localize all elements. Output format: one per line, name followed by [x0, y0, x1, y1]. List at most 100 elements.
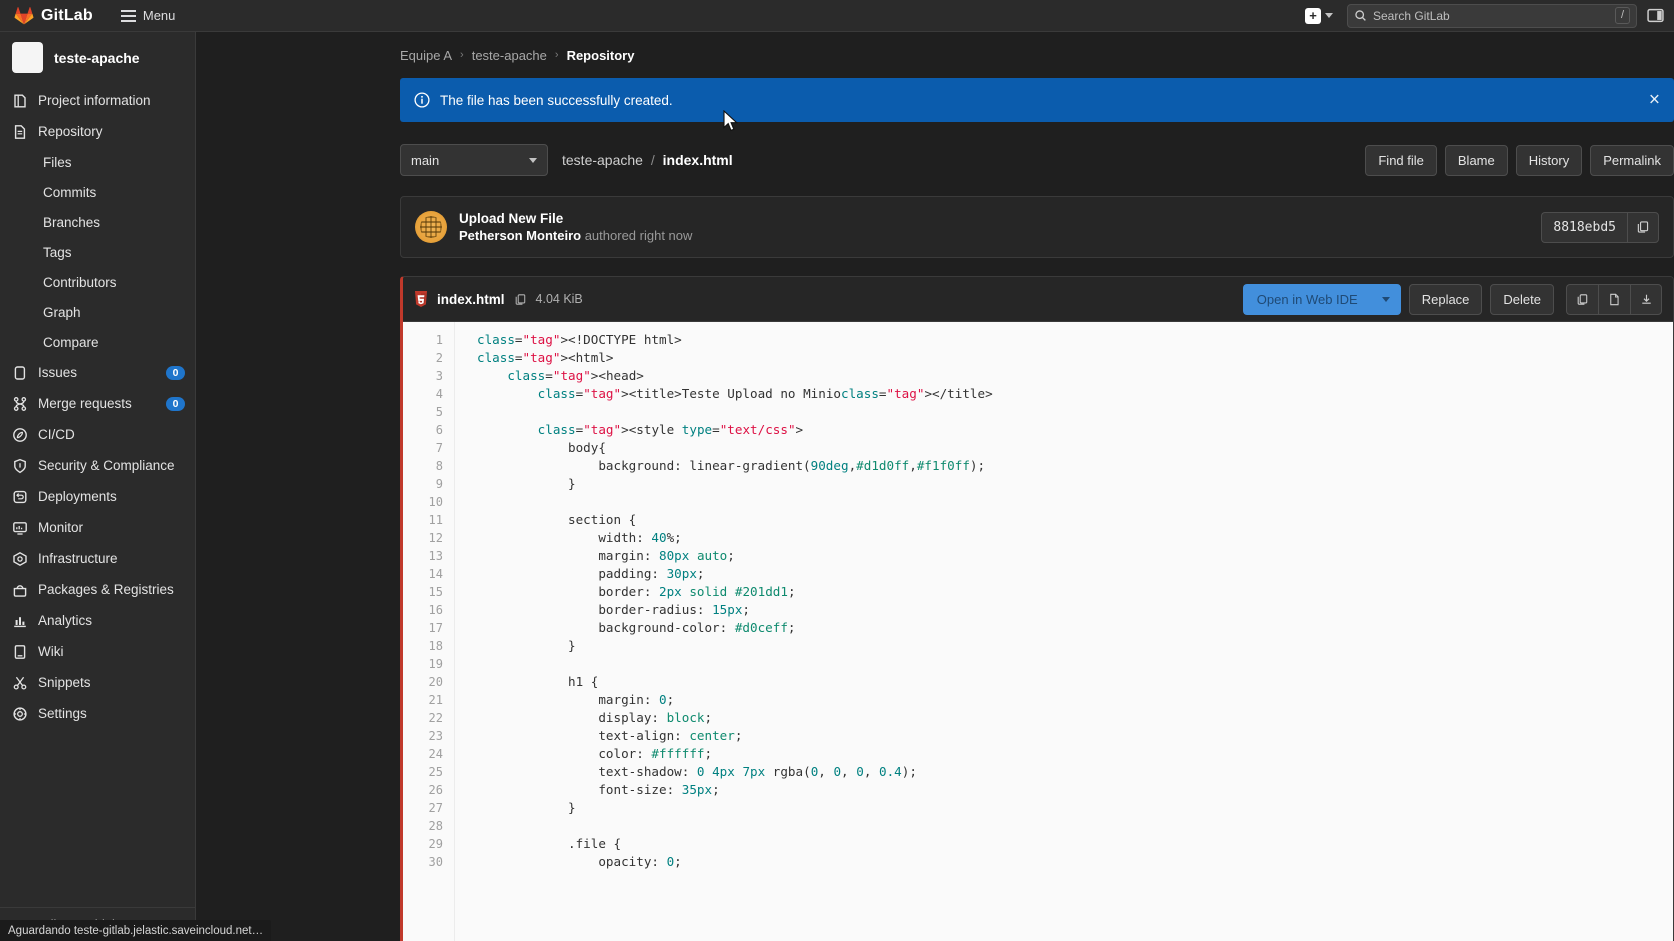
main-menu-button[interactable]: Menu	[120, 8, 176, 23]
branch-selector-dropdown[interactable]: main	[400, 144, 548, 176]
sidebar-subitem-files[interactable]: Files	[0, 147, 195, 177]
line-number[interactable]: 14	[403, 565, 454, 583]
infrastructure-icon	[13, 551, 27, 566]
sidebar-subitem-tags[interactable]: Tags	[0, 237, 195, 267]
line-number[interactable]: 15	[403, 583, 454, 601]
copy-path-icon[interactable]	[514, 293, 527, 306]
sidebar-subitem-label: Contributors	[43, 274, 117, 290]
sidebar-subitem-graph[interactable]: Graph	[0, 297, 195, 327]
breadcrumb-group[interactable]: Equipe A	[400, 48, 452, 63]
sidebar-subitem-contributors[interactable]: Contributors	[0, 267, 195, 297]
sidebar-subitem-compare[interactable]: Compare	[0, 327, 195, 357]
history-button[interactable]: History	[1515, 144, 1583, 176]
line-number[interactable]: 24	[403, 745, 454, 763]
line-number[interactable]: 7	[403, 439, 454, 457]
line-number[interactable]: 21	[403, 691, 454, 709]
sidebar-subitem-commits[interactable]: Commits	[0, 177, 195, 207]
find-file-button[interactable]: Find file	[1365, 144, 1437, 176]
menu-label: Menu	[142, 8, 176, 23]
line-number[interactable]: 1	[403, 331, 454, 349]
sidebar-item-label: Snippets	[38, 675, 91, 690]
line-number[interactable]: 12	[403, 529, 454, 547]
download-icon[interactable]	[1630, 283, 1662, 315]
sidebar-item-infrastructure[interactable]: Infrastructure	[0, 543, 195, 574]
wiki-book-icon	[14, 644, 26, 659]
code-line: border: 2px solid #201dd1;	[598, 584, 796, 599]
line-number[interactable]: 30	[403, 853, 454, 871]
line-number[interactable]: 16	[403, 601, 454, 619]
line-number[interactable]: 8	[403, 457, 454, 475]
gitlab-logo-link[interactable]: GitLab	[14, 6, 93, 26]
code-line: class="tag"><title>Teste Upload no Minio…	[537, 386, 993, 401]
sidebar-item-badge: 0	[166, 396, 185, 411]
sidebar-item-label: Merge requests	[38, 396, 132, 411]
permalink-button[interactable]: Permalink	[1590, 144, 1674, 176]
code-line: padding: 30px;	[598, 566, 705, 581]
line-number[interactable]: 6	[403, 421, 454, 439]
sidebar-nav-list: Project information Repository Files Commit…	[0, 85, 195, 907]
blame-button[interactable]: Blame	[1444, 144, 1508, 176]
line-number[interactable]: 17	[403, 619, 454, 637]
sidebar-subitem-branches[interactable]: Branches	[0, 207, 195, 237]
copy-icon[interactable]	[1627, 211, 1659, 243]
line-number[interactable]: 27	[403, 799, 454, 817]
replace-button[interactable]: Replace	[1408, 283, 1483, 315]
line-number[interactable]: 20	[403, 673, 454, 691]
line-number[interactable]: 10	[403, 493, 454, 511]
sidebar-item-settings[interactable]: Settings	[0, 698, 195, 729]
sidebar-item-deployments[interactable]: Deployments	[0, 481, 195, 512]
search-input[interactable]: Search GitLab /	[1347, 3, 1637, 28]
sidebar-item-wiki[interactable]: Wiki	[0, 636, 195, 667]
commit-message[interactable]: Upload New File	[459, 211, 692, 226]
source-code-content[interactable]: class="tag"><!DOCTYPE html> class="tag"><…	[455, 322, 1673, 941]
file-viewer-filename: index.html	[437, 291, 505, 307]
line-number[interactable]: 5	[403, 403, 454, 421]
file-toolbar: main teste-apache / index.html Find file…	[400, 142, 1674, 178]
line-number[interactable]: 18	[403, 637, 454, 655]
web-ide-dropdown-toggle[interactable]	[1370, 283, 1401, 315]
line-number[interactable]: 25	[403, 763, 454, 781]
sidebar-item-issues[interactable]: Issues 0	[0, 357, 195, 388]
sidebar-item-repository[interactable]: Repository	[0, 116, 195, 147]
line-number[interactable]: 26	[403, 781, 454, 799]
open-raw-icon[interactable]	[1598, 283, 1630, 315]
file-path-repo[interactable]: teste-apache	[562, 152, 643, 168]
sidebar-item-monitor[interactable]: Monitor	[0, 512, 195, 543]
sidebar-item-security-compliance[interactable]: Security & Compliance	[0, 450, 195, 481]
line-number[interactable]: 19	[403, 655, 454, 673]
line-number[interactable]: 3	[403, 367, 454, 385]
line-number[interactable]: 23	[403, 727, 454, 745]
sidebar-item-analytics[interactable]: Analytics	[0, 605, 195, 636]
line-number[interactable]: 28	[403, 817, 454, 835]
line-number[interactable]: 13	[403, 547, 454, 565]
code-line: text-shadow: 0 4px 7px rgba(0, 0, 0, 0.4…	[598, 764, 917, 779]
sidebar-item-packages-registries[interactable]: Packages & Registries	[0, 574, 195, 605]
sidebar-item-merge-requests[interactable]: Merge requests 0	[0, 388, 195, 419]
sidebar-item-ci-cd[interactable]: CI/CD	[0, 419, 195, 450]
commit-hash[interactable]: 8818ebd5	[1541, 211, 1627, 243]
delete-button[interactable]: Delete	[1490, 283, 1554, 315]
repository-icon	[14, 124, 26, 139]
line-number[interactable]: 29	[403, 835, 454, 853]
copy-contents-icon[interactable]	[1566, 283, 1598, 315]
line-number[interactable]: 11	[403, 511, 454, 529]
toggle-panel-icon[interactable]	[1647, 7, 1664, 24]
breadcrumb-separator: ›	[554, 49, 559, 61]
breadcrumb-project[interactable]: teste-apache	[472, 48, 547, 63]
alert-close-button[interactable]: ×	[1649, 91, 1660, 110]
line-number[interactable]: 4	[403, 385, 454, 403]
sidebar-project-header[interactable]: teste-apache	[0, 32, 195, 85]
sidebar-item-project-information[interactable]: Project information	[0, 85, 195, 116]
monitor-icon	[13, 521, 27, 535]
line-number[interactable]: 2	[403, 349, 454, 367]
code-line: }	[477, 638, 576, 653]
line-number[interactable]: 9	[403, 475, 454, 493]
line-number[interactable]: 22	[403, 709, 454, 727]
analytics-chart-icon	[14, 616, 26, 627]
create-new-dropdown[interactable]: +	[1301, 5, 1337, 27]
sidebar-item-snippets[interactable]: Snippets	[0, 667, 195, 698]
commit-author[interactable]: Petherson Monteiro	[459, 228, 581, 243]
code-blob-view[interactable]: 1 2 3 4 5 6 7 8 9 10 11 12 13 14 15 16 17 18 19 20 21 22 23 24 2…	[403, 322, 1673, 941]
open-in-web-ide-button[interactable]: Open in Web IDE	[1242, 283, 1371, 315]
sidebar-subitem-label: Tags	[43, 244, 72, 260]
